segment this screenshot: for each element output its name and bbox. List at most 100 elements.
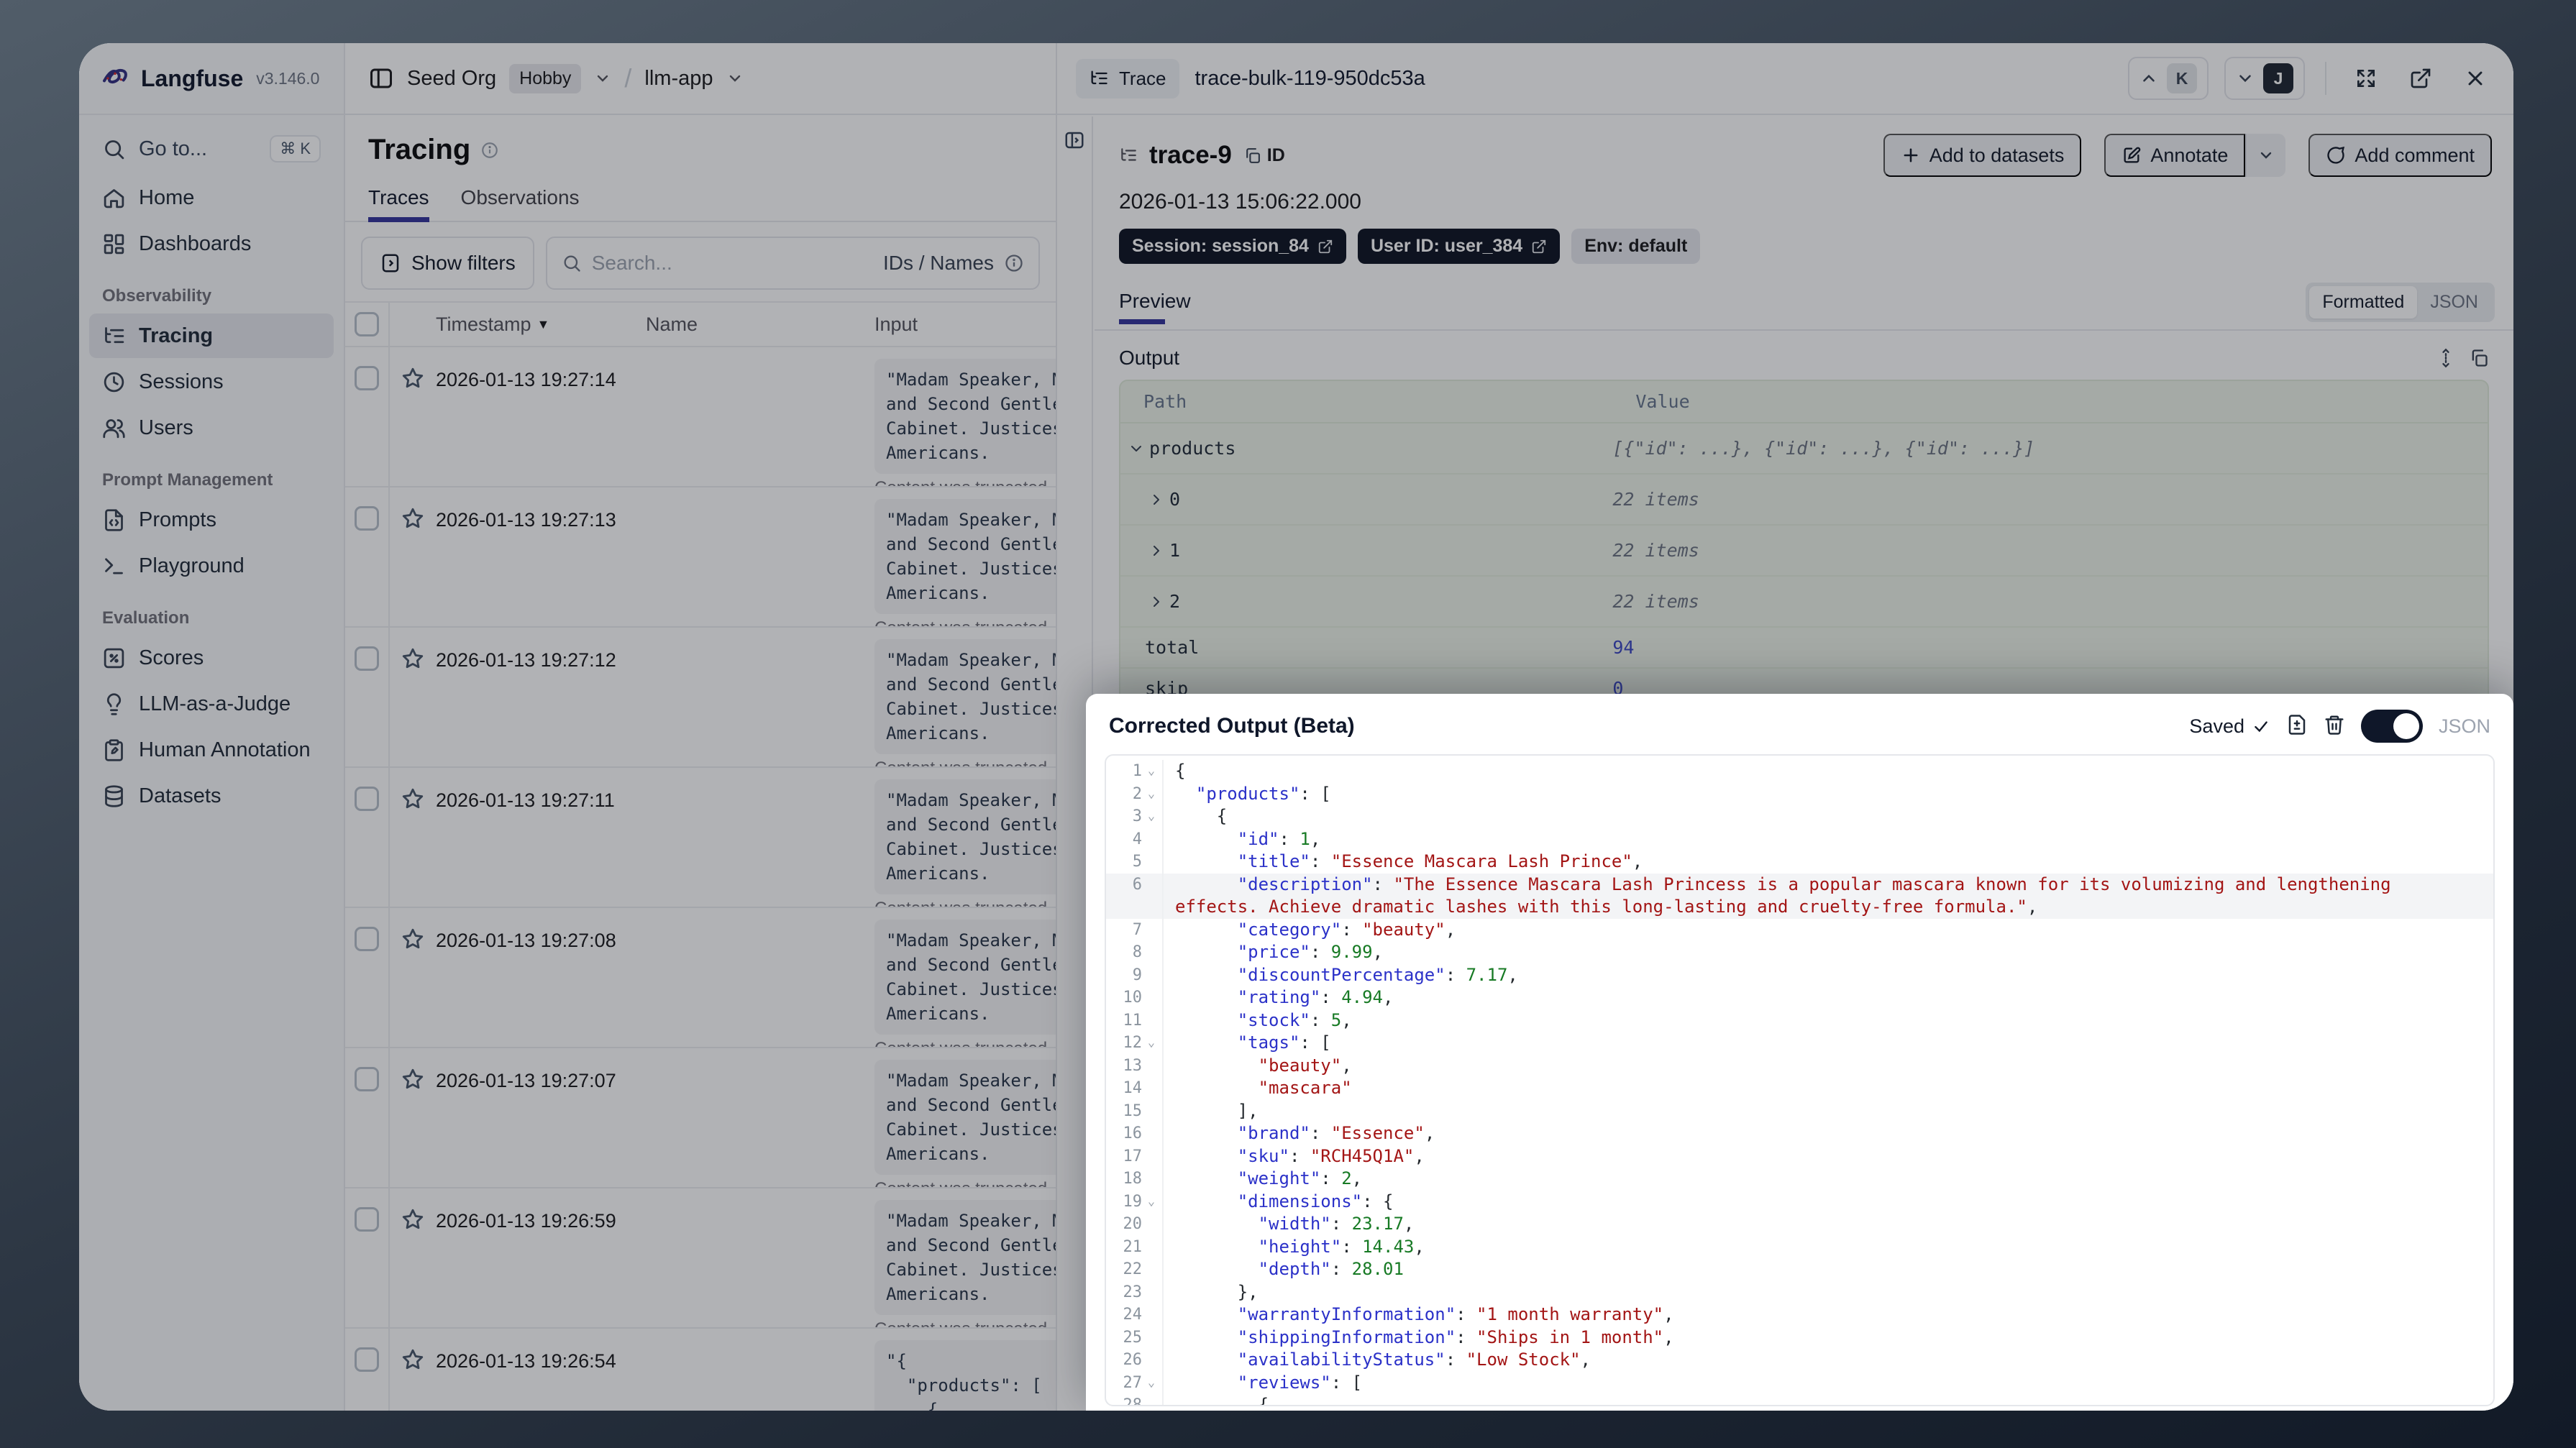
row-checkbox[interactable] bbox=[355, 646, 379, 671]
code-line[interactable]: 12 ⌄ "tags": [ bbox=[1106, 1032, 2493, 1055]
code-line[interactable]: 7 "category": "beauty", bbox=[1106, 918, 2493, 941]
sidebar-item-home[interactable]: Home bbox=[89, 175, 334, 220]
expand-vertical-icon[interactable] bbox=[2436, 348, 2456, 368]
code-line[interactable]: 1 ⌄{ bbox=[1106, 760, 2493, 783]
prev-trace-button[interactable]: K bbox=[2128, 57, 2209, 100]
fold-chevron-icon[interactable]: ⌄ bbox=[1143, 1032, 1159, 1055]
goto-search[interactable]: Go to... ⌘ K bbox=[89, 127, 334, 171]
code-line[interactable]: 3 ⌄ { bbox=[1106, 805, 2493, 828]
close-button[interactable] bbox=[2456, 59, 2495, 98]
fold-chevron-icon[interactable]: ⌄ bbox=[1143, 1394, 1159, 1405]
org-name[interactable]: Seed Org bbox=[407, 67, 496, 91]
code-line[interactable]: 10 "rating": 4.94, bbox=[1106, 986, 2493, 1009]
output-row[interactable]: 2 22 items bbox=[1120, 577, 2488, 628]
code-line[interactable]: 24 "warrantyInformation": "1 month warra… bbox=[1106, 1303, 2493, 1326]
code-line[interactable]: 9 "discountPercentage": 7.17, bbox=[1106, 963, 2493, 986]
info-icon[interactable] bbox=[480, 141, 499, 160]
column-name[interactable]: Name bbox=[646, 313, 874, 336]
row-checkbox[interactable] bbox=[355, 1067, 379, 1091]
code-line[interactable]: 17 "sku": "RCH45Q1A", bbox=[1106, 1145, 2493, 1168]
code-line[interactable]: 26 "availabilityStatus": "Low Stock", bbox=[1106, 1349, 2493, 1372]
select-all-checkbox[interactable] bbox=[355, 312, 379, 336]
sidebar-item-dashboards[interactable]: Dashboards bbox=[89, 221, 334, 266]
bookmark-star-button[interactable] bbox=[390, 1329, 436, 1411]
code-line[interactable]: 16 "brand": "Essence", bbox=[1106, 1122, 2493, 1145]
row-checkbox[interactable] bbox=[355, 927, 379, 951]
next-trace-button[interactable]: J bbox=[2224, 57, 2305, 100]
bookmark-star-button[interactable] bbox=[390, 628, 436, 766]
json-code-editor[interactable]: 1 ⌄{2 ⌄ "products": [3 ⌄ {4 "id": 1, 5 "titl… bbox=[1105, 754, 2495, 1406]
code-line[interactable]: 28 ⌄ { bbox=[1106, 1394, 2493, 1405]
bookmark-star-button[interactable] bbox=[390, 908, 436, 1047]
output-row[interactable]: 0 22 items bbox=[1120, 475, 2488, 526]
copy-id-button[interactable]: ID bbox=[1243, 145, 1285, 166]
toggle-json[interactable]: JSON bbox=[2417, 286, 2491, 319]
tab-preview[interactable]: Preview bbox=[1119, 290, 1191, 324]
row-checkbox[interactable] bbox=[355, 787, 379, 811]
code-line[interactable]: 27 ⌄ "reviews": [ bbox=[1106, 1371, 2493, 1395]
code-line[interactable]: 6 "description": "The Essence Mascara La… bbox=[1106, 873, 2493, 919]
code-line[interactable]: 18 "weight": 2, bbox=[1106, 1168, 2493, 1191]
code-line[interactable]: 21 "height": 14.43, bbox=[1106, 1235, 2493, 1258]
code-line[interactable]: 11 "stock": 5, bbox=[1106, 1009, 2493, 1032]
metadata-badge[interactable]: Session: session_84 bbox=[1119, 229, 1346, 264]
search-scope[interactable]: IDs / Names bbox=[883, 252, 994, 275]
sidebar-item-tracing[interactable]: Tracing bbox=[89, 313, 334, 358]
fold-chevron-icon[interactable]: ⌄ bbox=[1143, 1372, 1159, 1395]
row-checkbox[interactable] bbox=[355, 1347, 379, 1372]
show-filters-button[interactable]: Show filters bbox=[361, 237, 534, 290]
delete-button[interactable] bbox=[2324, 714, 2345, 739]
toggle-formatted[interactable]: Formatted bbox=[2309, 286, 2418, 319]
open-external-button[interactable] bbox=[2401, 59, 2440, 98]
panel-expand-icon[interactable] bbox=[1064, 129, 1085, 151]
code-line[interactable]: 15 ], bbox=[1106, 1099, 2493, 1122]
code-line[interactable]: 2 ⌄ "products": [ bbox=[1106, 782, 2493, 806]
sidebar-toggle-icon[interactable] bbox=[368, 65, 394, 91]
fold-chevron-icon[interactable]: ⌄ bbox=[1143, 783, 1159, 806]
row-checkbox[interactable] bbox=[355, 506, 379, 531]
output-row[interactable]: 1 22 items bbox=[1120, 526, 2488, 577]
code-line[interactable]: 13 "beauty", bbox=[1106, 1054, 2493, 1077]
sidebar-item-sessions[interactable]: Sessions bbox=[89, 359, 334, 404]
bookmark-star-button[interactable] bbox=[390, 1188, 436, 1327]
table-row[interactable]: 2026-01-13 19:26:54 "{ "products": [ { bbox=[345, 1329, 1056, 1411]
sidebar-item-users[interactable]: Users bbox=[89, 405, 334, 450]
code-line[interactable]: 5 "title": "Essence Mascara Lash Prince"… bbox=[1106, 851, 2493, 874]
code-line[interactable]: 8 "price": 9.99, bbox=[1106, 941, 2493, 964]
code-line[interactable]: 19 ⌄ "dimensions": { bbox=[1106, 1190, 2493, 1213]
code-line[interactable]: 4 "id": 1, bbox=[1106, 828, 2493, 851]
table-row[interactable]: 2026-01-13 19:27:13 "Madam Speaker, Ma an… bbox=[345, 487, 1056, 628]
table-row[interactable]: 2026-01-13 19:27:07 "Madam Speaker, Ma an… bbox=[345, 1048, 1056, 1188]
sidebar-item-playground[interactable]: Playground bbox=[89, 544, 334, 588]
chevron-down-icon[interactable] bbox=[726, 70, 744, 87]
copy-icon[interactable] bbox=[2469, 348, 2489, 368]
project-name[interactable]: llm-app bbox=[644, 67, 713, 91]
file-diff-button[interactable] bbox=[2286, 714, 2308, 739]
annotate-button[interactable]: Annotate bbox=[2104, 134, 2246, 177]
fold-chevron-icon[interactable]: ⌄ bbox=[1143, 760, 1159, 783]
chevron-down-icon[interactable] bbox=[594, 70, 611, 87]
sidebar-item-prompts[interactable]: Prompts bbox=[89, 498, 334, 542]
tab-observations[interactable]: Observations bbox=[461, 186, 580, 221]
column-input[interactable]: Input bbox=[874, 313, 1056, 336]
code-line[interactable]: 20 "width": 23.17, bbox=[1106, 1213, 2493, 1236]
annotate-dropdown-button[interactable] bbox=[2245, 134, 2286, 177]
bookmark-star-button[interactable] bbox=[390, 487, 436, 626]
bookmark-star-button[interactable] bbox=[390, 768, 436, 907]
tab-traces[interactable]: Traces bbox=[368, 186, 429, 222]
add-comment-button[interactable]: Add comment bbox=[2308, 134, 2492, 177]
json-mode-toggle[interactable] bbox=[2360, 710, 2423, 743]
row-checkbox[interactable] bbox=[355, 366, 379, 390]
table-row[interactable]: 2026-01-13 19:26:59 "Madam Speaker, Ma an… bbox=[345, 1188, 1056, 1329]
table-row[interactable]: 2026-01-13 19:27:11 "Madam Speaker, Ma an… bbox=[345, 768, 1056, 908]
sidebar-item-llm-as-a-judge[interactable]: LLM-as-a-Judge bbox=[89, 682, 334, 726]
maximize-button[interactable] bbox=[2347, 59, 2385, 98]
table-row[interactable]: 2026-01-13 19:27:12 "Madam Speaker, Ma an… bbox=[345, 628, 1056, 768]
code-line[interactable]: 22 "depth": 28.01 bbox=[1106, 1258, 2493, 1281]
sidebar-item-datasets[interactable]: Datasets bbox=[89, 774, 334, 818]
bookmark-star-button[interactable] bbox=[390, 1048, 436, 1187]
table-row[interactable]: 2026-01-13 19:27:08 "Madam Speaker, Ma an… bbox=[345, 908, 1056, 1048]
code-line[interactable]: 23 }, bbox=[1106, 1280, 2493, 1303]
sidebar-item-scores[interactable]: Scores bbox=[89, 636, 334, 680]
column-timestamp[interactable]: Timestamp ▼ bbox=[436, 313, 646, 336]
